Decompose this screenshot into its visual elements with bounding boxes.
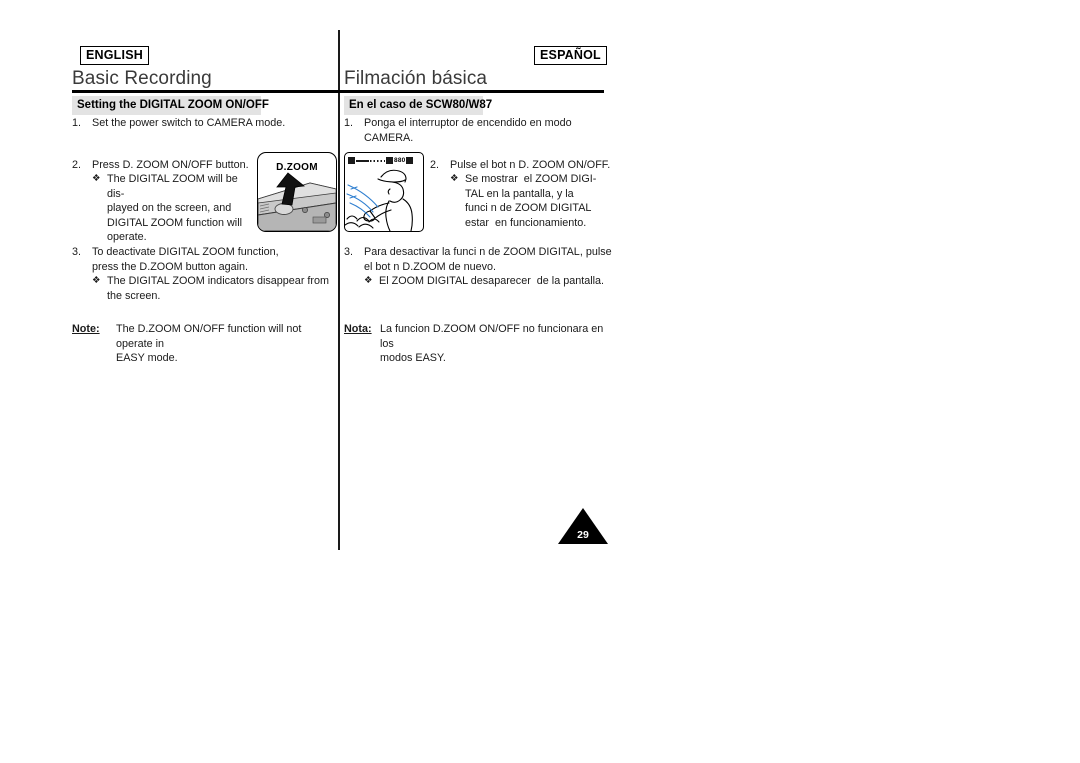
section-heading-espanol: En el caso de SCW80/W87 <box>344 96 492 115</box>
bullet-marker-es-2: ❖ <box>450 173 459 184</box>
step-text-en-3: To deactivate DIGITAL ZOOM function, pre… <box>92 246 279 273</box>
step-number-es-2: 2. <box>430 159 440 171</box>
chapter-title-english: Basic Recording <box>72 68 212 89</box>
note-text-en: The D.ZOOM ON/OFF function will not oper… <box>116 323 302 365</box>
zoom-bar-dotted <box>370 159 385 162</box>
step-text-en-1: Set the power switch to CAMERA mode. <box>92 117 286 129</box>
step-text-es-3: Para desactivar la funci n de ZOOM DIGIT… <box>364 246 612 273</box>
zoom-wide-icon <box>348 157 355 164</box>
bullet-marker-en-2: ❖ <box>92 173 101 184</box>
step-number-en-3: 3. <box>72 246 82 258</box>
page-number: 29 <box>577 529 589 541</box>
osd-zoom-indicator: 880 <box>348 156 417 165</box>
section-heading-english: Setting the DIGITAL ZOOM ON/OFF <box>72 96 269 115</box>
figure-camcorder-dzoom-button: D.ZOOM <box>257 152 337 232</box>
zoom-bar-filled <box>356 159 369 162</box>
zoom-mode-icon <box>406 157 414 164</box>
page-number-badge: 29 <box>558 508 608 544</box>
bullet-text-en-2: The DIGITAL ZOOM will be dis- played on … <box>107 173 242 244</box>
zoom-magnification-value: 880 <box>394 157 406 164</box>
step-text-es-1: Ponga el interruptor de encendido en mod… <box>364 117 575 144</box>
note-text-es: La funcion D.ZOOM ON/OFF no funcionara e… <box>380 323 604 365</box>
note-label-en: Note: <box>72 323 100 335</box>
bullet-marker-es-3: ❖ <box>364 275 373 286</box>
language-badge-espanol: ESPAÑOL <box>534 46 607 65</box>
chapter-title-espanol: Filmación básica <box>344 68 488 89</box>
column-divider <box>338 30 340 550</box>
bullet-text-es-3: El ZOOM DIGITAL desaparecer de la pantal… <box>379 275 605 287</box>
bullet-marker-en-3: ❖ <box>92 275 101 286</box>
bullet-text-en-3: The DIGITAL ZOOM indicators disappear fr… <box>107 275 330 302</box>
note-label-es: Nota: <box>344 323 372 335</box>
language-badge-english: ENGLISH <box>80 46 149 65</box>
dzoom-button-label: D.ZOOM <box>276 162 318 173</box>
step-text-en-2: Press D. ZOOM ON/OFF button. <box>92 159 249 171</box>
step-number-en-2: 2. <box>72 159 82 171</box>
title-horizontal-rule <box>72 90 604 93</box>
step-number-es-1: 1. <box>344 117 354 129</box>
step-number-es-3: 3. <box>344 246 354 258</box>
figure-viewfinder-zoom-display: 880 <box>344 152 424 232</box>
step-text-es-2: Pulse el bot n D. ZOOM ON/OFF. <box>450 159 611 171</box>
bullet-text-es-2: Se mostrar el ZOOM DIGI- TAL en la panta… <box>465 173 597 229</box>
zoom-tele-icon <box>386 157 393 164</box>
manual-page: ENGLISH ESPAÑOL Basic Recording Filmació… <box>0 0 1080 763</box>
step-number-en-1: 1. <box>72 117 82 129</box>
